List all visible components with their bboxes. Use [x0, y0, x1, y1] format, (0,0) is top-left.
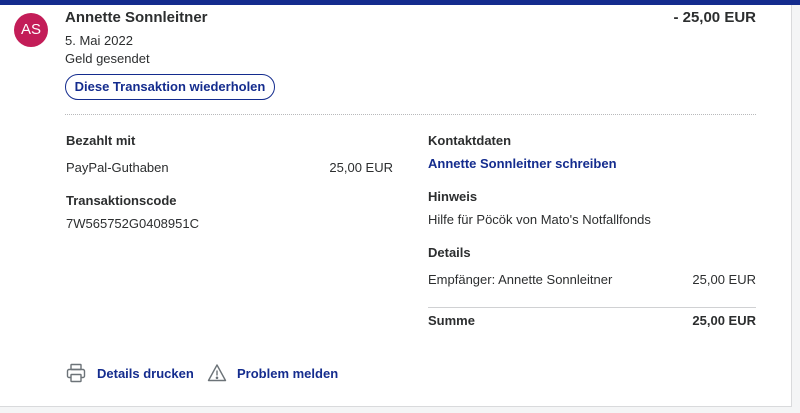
transaction-code: 7W565752G0408951C [66, 216, 199, 231]
transaction-amount: - 25,00 EUR [673, 9, 756, 26]
sum-label: Summe [428, 313, 475, 328]
payment-source: PayPal-Guthaben [66, 160, 169, 175]
print-details-button[interactable]: Details drucken [66, 361, 194, 385]
transaction-date: 5. Mai 2022 [65, 33, 133, 48]
report-problem-label[interactable]: Problem melden [237, 366, 338, 381]
report-problem-button[interactable]: Problem melden [207, 361, 338, 385]
counterparty-name: Annette Sonnleitner [65, 9, 208, 26]
transaction-type: Geld gesendet [65, 51, 150, 66]
contact-label: Kontaktdaten [428, 133, 512, 148]
payment-amount: 25,00 EUR [329, 160, 393, 175]
contact-link[interactable]: Annette Sonnleitner schreiben [428, 156, 617, 171]
repeat-transaction-button[interactable]: Diese Transaktion wiederholen [65, 74, 275, 100]
sum-amount: 25,00 EUR [692, 313, 756, 328]
recipient-amount: 25,00 EUR [692, 272, 756, 287]
print-details-label[interactable]: Details drucken [97, 366, 194, 381]
avatar: AS [14, 13, 48, 47]
transaction-card: AS Annette Sonnleitner - 25,00 EUR 5. Ma… [0, 5, 792, 407]
warning-icon [207, 363, 227, 383]
paid-with-label: Bezahlt mit [66, 133, 136, 148]
section-divider [65, 114, 756, 115]
transaction-code-label: Transaktionscode [66, 193, 177, 208]
details-label: Details [428, 245, 471, 260]
sum-divider [428, 307, 756, 308]
printer-icon [66, 363, 86, 383]
recipient-text: Empfänger: Annette Sonnleitner [428, 272, 613, 287]
note-label: Hinweis [428, 189, 478, 204]
note-text: Hilfe für Pöcök von Mato's Notfallfonds [428, 212, 651, 227]
